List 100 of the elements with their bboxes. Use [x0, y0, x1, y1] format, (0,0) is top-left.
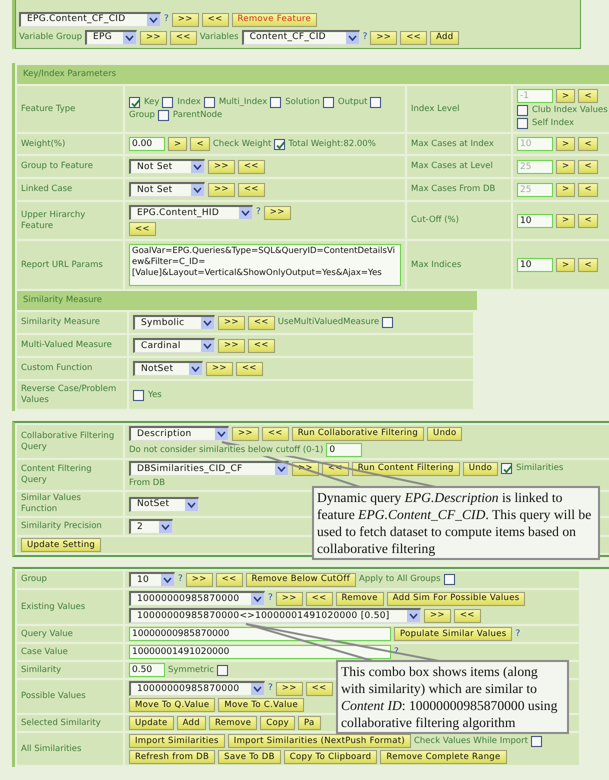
button[interactable]: << [400, 30, 428, 44]
button[interactable]: < [578, 214, 598, 228]
dropdown[interactable]: NotSet [129, 496, 199, 512]
button[interactable]: Remove Complete Range [380, 750, 506, 764]
dropdown[interactable]: 10000000985870000<>10000001491020000 [0.50] [129, 608, 421, 623]
checkbox[interactable] [162, 97, 174, 108]
checkbox[interactable] [530, 736, 542, 746]
checkbox[interactable] [217, 664, 228, 676]
dropdown[interactable]: EPG [85, 30, 137, 45]
checkbox[interactable] [204, 97, 215, 108]
help-link[interactable]: ? [268, 683, 273, 694]
dropdown[interactable]: Cardinal [133, 338, 215, 353]
button[interactable]: Undo [427, 426, 462, 440]
dropdown[interactable]: Not Set [129, 182, 205, 197]
button[interactable]: Move To C.Value [218, 698, 304, 712]
chevron-down-icon[interactable] [407, 610, 420, 622]
button[interactable]: >> [276, 592, 303, 606]
button[interactable]: >> [186, 572, 213, 586]
dropdown[interactable]: Not Set [129, 159, 205, 174]
chevron-down-icon[interactable] [346, 32, 359, 44]
button[interactable]: >> [206, 362, 233, 376]
input-field[interactable]: 10 [517, 214, 553, 228]
input-field[interactable]: 10 [517, 258, 553, 272]
checkbox[interactable] [444, 574, 454, 585]
button[interactable]: Move To Q.Value [129, 698, 216, 712]
help-link[interactable]: ? [256, 207, 261, 218]
button[interactable]: < [190, 137, 210, 151]
dropdown[interactable]: DBSimilarities_CID_CF [129, 461, 289, 476]
button[interactable]: Remove [208, 716, 258, 730]
chevron-down-icon[interactable] [123, 32, 136, 44]
button[interactable]: << [262, 426, 289, 440]
chevron-down-icon[interactable] [147, 14, 160, 26]
checkbox[interactable] [129, 97, 140, 108]
button[interactable]: Pa [298, 716, 321, 730]
input-field[interactable]: 0.50 [129, 663, 165, 677]
button[interactable]: < [578, 137, 598, 151]
dropdown[interactable]: Symbolic [133, 315, 215, 330]
button[interactable]: Add Sim For Possible Values [386, 592, 526, 606]
chevron-down-icon[interactable] [201, 340, 214, 352]
button[interactable]: << [306, 682, 332, 696]
button[interactable]: >> [218, 338, 245, 352]
button[interactable]: Undo [462, 462, 498, 476]
button[interactable]: Remove Feature [232, 12, 318, 26]
button[interactable]: << [236, 362, 263, 376]
button[interactable]: << [202, 12, 228, 26]
dropdown[interactable]: 10 [129, 572, 175, 587]
checkbox[interactable] [501, 463, 512, 474]
chevron-down-icon[interactable] [201, 317, 214, 329]
button[interactable]: << [216, 572, 242, 586]
button[interactable]: << [248, 316, 275, 330]
button[interactable]: >> [172, 12, 199, 26]
button[interactable]: Populate Similar Values [394, 627, 512, 641]
button[interactable]: >> [276, 682, 303, 696]
button[interactable]: Remove Below CutOff [246, 572, 356, 586]
chevron-down-icon[interactable] [185, 498, 198, 510]
chevron-down-icon[interactable] [161, 574, 174, 586]
button[interactable]: >> [232, 426, 259, 440]
input-field[interactable]: 0.00 [129, 137, 165, 151]
chevron-down-icon[interactable] [189, 363, 202, 375]
chevron-down-icon[interactable] [215, 428, 228, 440]
dropdown[interactable]: EPG.Content_CF_CID [19, 12, 161, 27]
checkbox[interactable] [274, 138, 286, 150]
help-link[interactable]: ? [178, 574, 183, 585]
checkbox[interactable] [382, 317, 394, 328]
button[interactable]: Copy [260, 716, 296, 730]
input-field[interactable]: 10000000985870000 [129, 627, 391, 641]
dropdown[interactable]: Description [129, 426, 229, 441]
button[interactable]: Save To DB [218, 750, 281, 764]
button[interactable]: Add [176, 716, 206, 730]
button[interactable]: < [578, 182, 598, 196]
button[interactable]: >> [264, 206, 291, 220]
input-field[interactable]: 0 [326, 443, 362, 457]
chevron-down-icon[interactable] [251, 593, 264, 605]
button[interactable]: << [248, 338, 275, 352]
checkbox[interactable] [517, 118, 528, 129]
button[interactable]: Remove [336, 592, 384, 606]
dropdown[interactable]: 2 [129, 519, 173, 534]
button[interactable]: Refresh from DB [129, 750, 216, 764]
checkbox[interactable] [370, 97, 382, 108]
button[interactable]: >> [208, 160, 235, 174]
button[interactable]: >> [370, 30, 398, 44]
button[interactable]: > [556, 258, 576, 272]
button[interactable]: Import Similarities (NextPush Format) [228, 734, 411, 748]
button[interactable]: > [556, 137, 576, 151]
chevron-down-icon[interactable] [239, 207, 252, 219]
button[interactable]: > [168, 137, 188, 151]
help-link[interactable]: ? [268, 593, 273, 604]
input-field[interactable]: 10000001491020000 [129, 645, 391, 659]
button[interactable]: Copy To Clipboard [284, 750, 378, 764]
button[interactable]: < [578, 258, 598, 272]
button[interactable]: << [238, 182, 265, 196]
button[interactable]: << [129, 222, 156, 236]
button[interactable]: > [556, 214, 576, 228]
checkbox[interactable] [322, 97, 334, 108]
checkbox[interactable] [133, 390, 144, 400]
help-link[interactable]: ? [164, 12, 169, 26]
button[interactable]: < [578, 89, 598, 103]
chevron-down-icon[interactable] [191, 184, 204, 196]
button[interactable]: Import Similarities [129, 734, 225, 748]
checkbox[interactable] [517, 105, 528, 116]
